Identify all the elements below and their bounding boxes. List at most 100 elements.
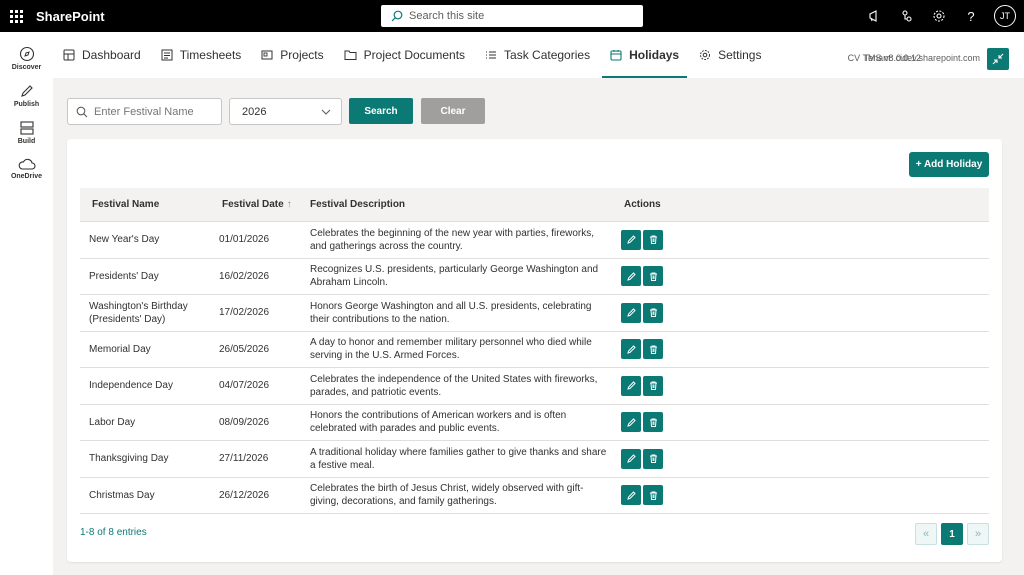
year-selected-value: 2026 (242, 105, 267, 118)
table-body: New Year's Day 01/01/2026 Celebrates the b… (80, 222, 989, 514)
rail-label: OneDrive (10, 173, 43, 180)
tab-settings[interactable]: Settings (689, 32, 771, 78)
cell-actions (612, 375, 663, 396)
rail-item-onedrive[interactable]: OneDrive (0, 157, 53, 180)
trash-icon (648, 380, 659, 391)
holidays-table: Festival Name Festival Date ↑ Festival De… (80, 188, 989, 514)
edit-button[interactable] (621, 412, 641, 433)
delete-button[interactable] (643, 412, 663, 433)
compass-icon (19, 46, 34, 62)
megaphone-icon[interactable] (866, 7, 884, 25)
suite-header: SharePoint Search this site ? JT (0, 0, 1024, 32)
search-button[interactable]: Search (349, 98, 413, 124)
cell-festival-name: Thanksgiving Day (89, 453, 169, 465)
pen-icon (20, 85, 33, 97)
pencil-icon (626, 307, 637, 318)
tab-holidays[interactable]: Holidays (600, 32, 689, 78)
filter-row: 2026 Search Clear (67, 98, 485, 125)
cell-actions (612, 266, 663, 287)
search-icon (76, 106, 88, 117)
folder-icon (344, 50, 357, 60)
edit-button[interactable] (621, 302, 641, 323)
cell-festival-name: Memorial Day (89, 343, 151, 355)
tab-project-documents[interactable]: Project Documents (334, 32, 475, 78)
prev-page-button[interactable]: « (915, 523, 937, 545)
tab-timesheets[interactable]: Timesheets (151, 32, 252, 78)
site-search-box[interactable]: Search this site (381, 5, 643, 27)
column-header-desc[interactable]: Festival Description (301, 198, 612, 211)
tab-dashboard[interactable]: Dashboard (53, 32, 151, 78)
waffle-icon (9, 9, 23, 23)
table-row: Washington's Birthday (Presidents' Day) 1… (80, 295, 989, 332)
table-row: Independence Day 04/07/2026 Celebrates the… (80, 368, 989, 405)
rail-item-publish[interactable]: Publish (0, 83, 53, 108)
tab-projects[interactable]: Projects (251, 32, 333, 78)
page-1-button[interactable]: 1 (941, 523, 963, 545)
rail-item-build[interactable]: Build (0, 120, 53, 145)
projects-icon (261, 50, 273, 60)
clear-button[interactable]: Clear (421, 98, 485, 124)
site-search-placeholder: Search this site (409, 10, 485, 22)
edit-button[interactable] (621, 485, 641, 506)
delete-button[interactable] (643, 448, 663, 469)
delete-button[interactable] (643, 375, 663, 396)
pencil-icon (626, 234, 637, 245)
tab-label: Project Documents (363, 48, 466, 62)
cell-festival-description: Celebrates the birth of Jesus Christ, wi… (310, 483, 584, 508)
column-header-name[interactable]: Festival Name (80, 198, 210, 211)
table-row: Thanksgiving Day 27/11/2026 A traditional … (80, 441, 989, 478)
add-holiday-button[interactable]: + Add Holiday (909, 152, 989, 177)
cell-festival-date: 27/11/2026 (219, 453, 269, 465)
cell-festival-date: 16/02/2026 (219, 270, 270, 282)
tab-label: Dashboard (82, 48, 141, 62)
cell-festival-description: Honors George Washington and all U.S. pr… (310, 300, 592, 325)
festival-name-input[interactable] (94, 105, 214, 118)
tenant-label: Tenant: cidev.sharepoint.com (863, 53, 980, 63)
festival-search-field[interactable] (67, 98, 222, 125)
cloud-icon (18, 158, 35, 170)
brand-title[interactable]: SharePoint (36, 9, 105, 24)
delete-button[interactable] (643, 339, 663, 360)
year-dropdown[interactable]: 2026 (229, 98, 342, 125)
avatar[interactable]: JT (994, 5, 1016, 27)
trash-icon (648, 453, 659, 464)
help-icon[interactable]: ? (962, 7, 980, 25)
delete-button[interactable] (643, 485, 663, 506)
edit-button[interactable] (621, 448, 641, 469)
timesheet-icon (161, 49, 173, 61)
gear-icon (700, 50, 711, 60)
collapse-icon (992, 53, 1004, 65)
pencil-icon (626, 380, 637, 391)
edit-button[interactable] (621, 339, 641, 360)
search-icon (391, 10, 403, 22)
cell-festival-name: Christmas Day (89, 489, 155, 501)
share-icon[interactable] (898, 7, 916, 25)
tab-label: Timesheets (179, 48, 242, 62)
delete-button[interactable] (643, 229, 663, 250)
delete-button[interactable] (643, 266, 663, 287)
table-header: Festival Name Festival Date ↑ Festival De… (80, 188, 989, 222)
cell-festival-name: Independence Day (89, 380, 173, 392)
edit-button[interactable] (621, 375, 641, 396)
collapse-button[interactable] (987, 48, 1009, 70)
cell-festival-date: 17/02/2026 (219, 307, 270, 319)
cell-festival-description: Recognizes U.S. presidents, particularly… (310, 264, 599, 289)
gear-icon[interactable] (930, 7, 948, 25)
delete-button[interactable] (643, 302, 663, 323)
tab-label: Projects (280, 48, 324, 62)
holidays-card: + Add Holiday Festival Name Festival Dat… (67, 139, 1002, 562)
rail-item-discover[interactable]: Discover (0, 46, 53, 71)
app-navbar: Dashboard Timesheets Projects Project Do… (53, 32, 1024, 78)
cell-festival-description: Celebrates the independence of the Unite… (310, 373, 598, 398)
tab-task-categories[interactable]: Task Categories (475, 32, 600, 78)
next-page-button[interactable]: » (967, 523, 989, 545)
column-header-date[interactable]: Festival Date ↑ (210, 199, 301, 210)
cell-festival-description: A traditional holiday where families gat… (310, 446, 607, 471)
pencil-icon (626, 490, 637, 501)
cell-festival-description: Honors the contributions of American wor… (310, 410, 567, 435)
table-row: Memorial Day 26/05/2026 A day to honor and… (80, 332, 989, 368)
edit-button[interactable] (621, 266, 641, 287)
edit-button[interactable] (621, 229, 641, 250)
app-launcher-button[interactable] (0, 0, 32, 32)
cell-festival-name: Presidents' Day (89, 270, 159, 282)
